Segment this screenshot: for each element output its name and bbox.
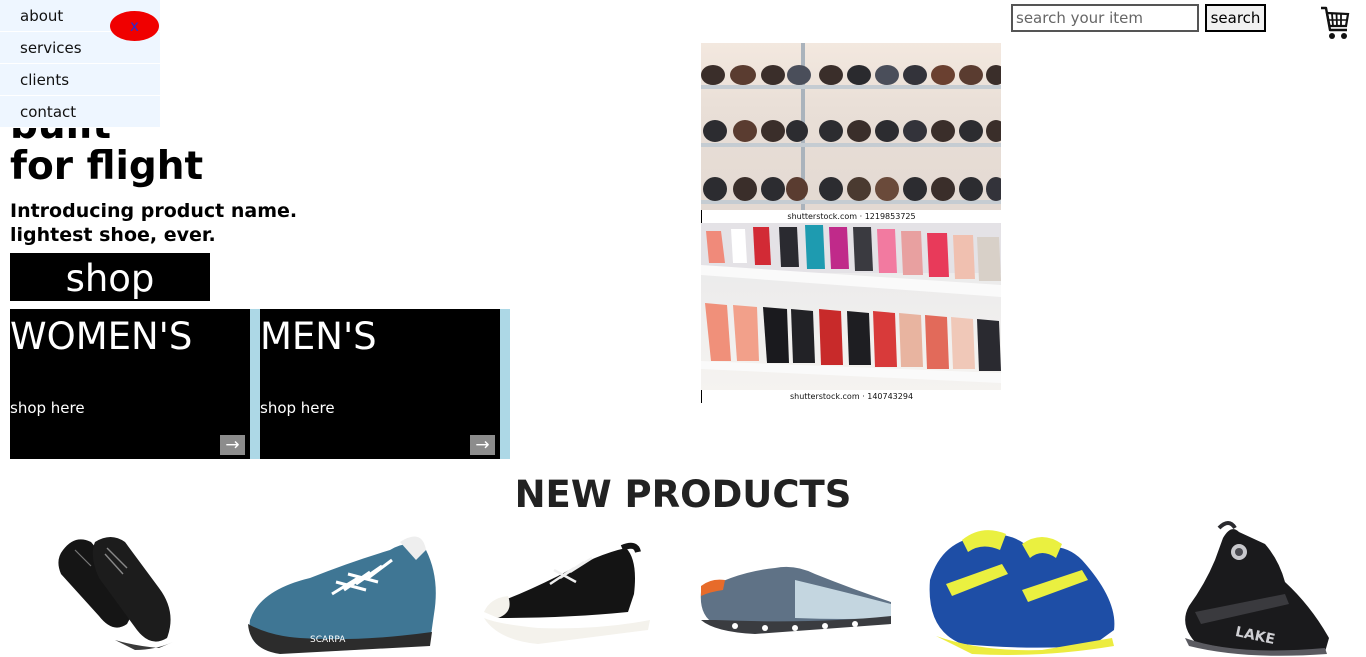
store-photo-mens-shoes <box>701 43 1001 210</box>
nav-item-clients[interactable]: clients <box>0 64 160 96</box>
cart-icon[interactable] <box>1320 4 1350 42</box>
category-womens-title: WOMEN'S <box>10 315 193 358</box>
category-mens-title: MEN'S <box>260 315 377 358</box>
category-womens-link[interactable]: shop here <box>10 398 85 418</box>
close-menu-button[interactable]: x <box>110 11 159 41</box>
new-products-title: NEW PRODUCTS <box>514 473 852 516</box>
nav-item-contact[interactable]: contact <box>0 96 160 128</box>
product-brand-scarpa: SCARPA <box>310 635 346 645</box>
product-blue-asics-shoe[interactable] <box>922 520 1122 657</box>
category-panel: WOMEN'S shop here → MEN'S shop here → <box>10 309 510 459</box>
hero-title: for flight <box>10 144 204 189</box>
product-blue-scarpa-sneaker[interactable]: SCARPA <box>240 520 440 657</box>
category-mens[interactable]: MEN'S shop here → <box>260 309 500 459</box>
product-black-lake-cycling-boot[interactable]: LAKE <box>1175 520 1335 657</box>
shop-button[interactable]: shop <box>10 253 210 301</box>
arrow-right-icon[interactable]: → <box>470 435 495 455</box>
product-black-leather-shoes[interactable] <box>55 520 180 657</box>
hero-subtitle-1: Introducing product name. <box>10 200 298 222</box>
product-grey-running-shoe[interactable] <box>695 520 895 657</box>
category-mens-link[interactable]: shop here <box>260 398 335 418</box>
photo-caption: shutterstock.com · 1219853725 <box>701 210 1001 223</box>
photo-caption: shutterstock.com · 140743294 <box>701 390 1001 403</box>
search-button[interactable]: search <box>1205 4 1266 32</box>
search-input[interactable] <box>1011 4 1199 32</box>
product-black-canvas-sneaker[interactable] <box>478 520 653 657</box>
hero-subtitle-2: lightest shoe, ever. <box>10 224 216 246</box>
category-womens[interactable]: WOMEN'S shop here → <box>10 309 250 459</box>
arrow-right-icon[interactable]: → <box>220 435 245 455</box>
store-photo-womens-heels <box>701 223 1001 390</box>
